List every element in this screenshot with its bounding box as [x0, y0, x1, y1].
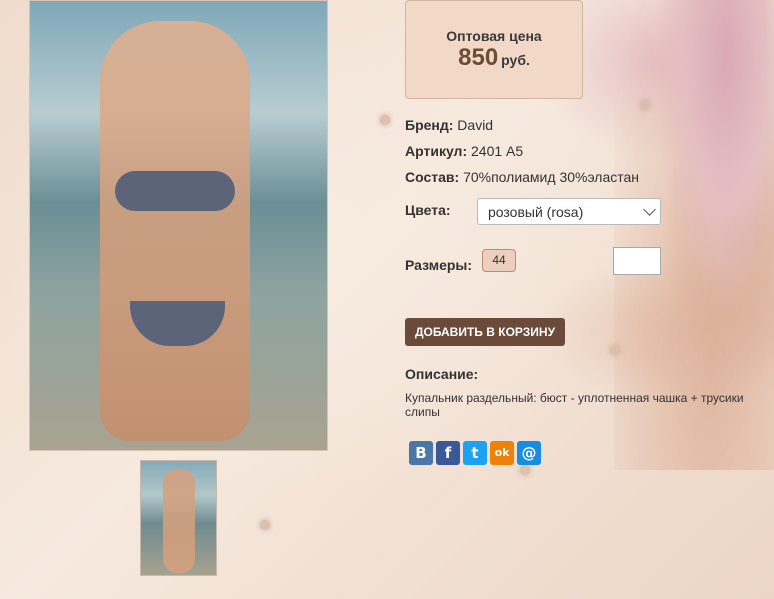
- product-thumbnail[interactable]: [140, 460, 217, 576]
- brand-label: Бренд:: [405, 117, 454, 133]
- twitter-icon[interactable]: t: [463, 441, 487, 465]
- article-label: Артикул:: [405, 143, 468, 159]
- description-title: Описание:: [405, 366, 479, 382]
- wholesale-price-box: Оптовая цена 850 руб.: [405, 0, 583, 99]
- size-option-44[interactable]: 44: [482, 249, 516, 272]
- chevron-down-icon: [643, 203, 656, 216]
- facebook-icon[interactable]: f: [436, 441, 460, 465]
- price-label: Оптовая цена: [446, 28, 542, 44]
- mail-icon[interactable]: @: [517, 441, 541, 465]
- price-currency: руб.: [501, 52, 530, 68]
- model-figure: [100, 21, 250, 441]
- color-selected-value: розовый (rosa): [488, 204, 584, 220]
- vk-icon[interactable]: В: [409, 441, 433, 465]
- add-to-cart-button[interactable]: ДОБАВИТЬ В КОРЗИНУ: [405, 318, 565, 346]
- article-value: 2401 A5: [471, 143, 524, 159]
- color-select[interactable]: розовый (rosa): [477, 198, 661, 225]
- colors-label: Цвета:: [405, 202, 451, 218]
- odnoklassniki-icon[interactable]: ok: [490, 441, 514, 465]
- brand-value: David: [457, 117, 494, 133]
- price-value: 850: [458, 44, 499, 71]
- description-text: Купальник раздельный: бюст - уплотненная…: [405, 391, 744, 419]
- thumbnail-figure: [163, 469, 195, 573]
- composition-label: Состав:: [405, 169, 460, 185]
- product-main-image[interactable]: [29, 0, 328, 451]
- tufted-button-deco: [520, 465, 530, 475]
- quantity-input[interactable]: [613, 247, 661, 275]
- social-share-bar: В f t ok @: [409, 441, 541, 465]
- tufted-button-deco: [260, 520, 270, 530]
- swimsuit-top: [115, 171, 235, 211]
- sizes-label: Размеры:: [405, 257, 473, 273]
- tufted-button-deco: [380, 115, 390, 125]
- composition-value: 70%полиамид 30%эластан: [463, 169, 640, 185]
